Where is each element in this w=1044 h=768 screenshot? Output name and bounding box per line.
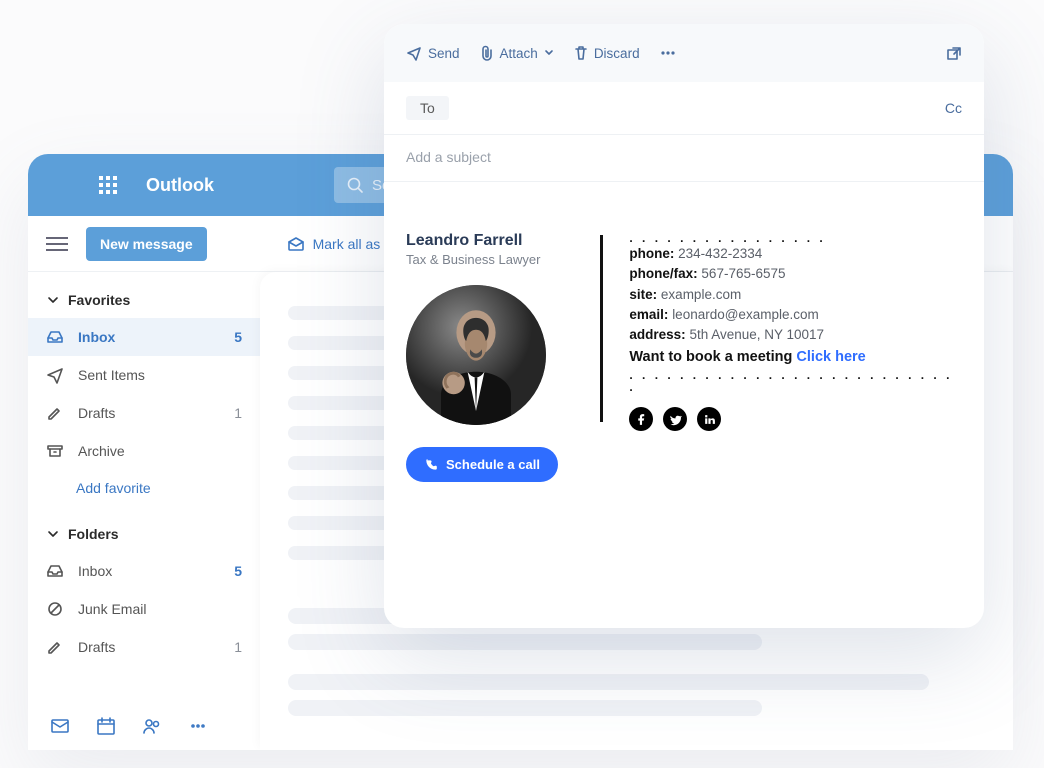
fax-value: 567-765-6575 xyxy=(701,266,785,281)
site-label: site: xyxy=(629,287,657,302)
inbox-icon xyxy=(46,328,64,346)
sidebar-item-label: Drafts xyxy=(78,405,115,421)
email-value[interactable]: leonardo@example.com xyxy=(672,307,819,322)
sidebar-item-drafts[interactable]: Drafts 1 xyxy=(28,394,260,432)
folder-drafts-count: 1 xyxy=(234,639,242,655)
app-title: Outlook xyxy=(146,175,214,196)
chevron-down-icon xyxy=(544,48,554,58)
fax-label: phone/fax: xyxy=(629,266,697,281)
sidebar-folder-junk[interactable]: Junk Email xyxy=(28,590,260,628)
compose-body[interactable]: Leandro Farrell Tax & Business Lawyer xyxy=(384,182,984,628)
calendar-icon[interactable] xyxy=(96,716,116,736)
favorites-header[interactable]: Favorites xyxy=(28,282,260,318)
send-icon xyxy=(46,366,64,384)
list-item xyxy=(288,700,762,716)
pencil-icon xyxy=(46,638,64,656)
trash-icon xyxy=(574,45,588,61)
sidebar-item-inbox[interactable]: Inbox 5 xyxy=(28,318,260,356)
book-meeting-text: Want to book a meeting xyxy=(629,349,792,365)
app-launcher-icon[interactable] xyxy=(88,176,128,194)
list-item xyxy=(288,634,762,650)
address-label: address: xyxy=(629,327,685,342)
compose-panel: Send Attach Discard To Cc Leandro Farrel… xyxy=(384,24,984,628)
sidebar-item-label: Sent Items xyxy=(78,367,145,383)
subject-input[interactable] xyxy=(406,149,962,165)
send-icon xyxy=(406,45,422,61)
sidebar-item-label: Inbox xyxy=(78,329,115,345)
attach-icon xyxy=(480,45,494,61)
subject-row xyxy=(384,135,984,182)
site-value[interactable]: example.com xyxy=(661,287,741,302)
schedule-call-button[interactable]: Schedule a call xyxy=(406,447,558,482)
discard-button[interactable]: Discard xyxy=(574,45,640,61)
pencil-icon xyxy=(46,404,64,422)
sidebar-folder-drafts[interactable]: Drafts 1 xyxy=(28,628,260,666)
more-icon[interactable] xyxy=(188,716,208,736)
more-icon xyxy=(660,45,676,61)
mail-icon[interactable] xyxy=(50,716,70,736)
phone-label: phone: xyxy=(629,246,674,261)
folders-header[interactable]: Folders xyxy=(28,516,260,552)
avatar xyxy=(406,285,546,425)
chevron-down-icon xyxy=(46,527,60,541)
recipients-row: To Cc xyxy=(384,82,984,135)
more-button[interactable] xyxy=(660,45,676,61)
drafts-count: 1 xyxy=(234,405,242,421)
cc-button[interactable]: Cc xyxy=(945,100,962,116)
twitter-icon[interactable] xyxy=(663,407,687,431)
chevron-down-icon xyxy=(46,293,60,307)
menu-icon[interactable] xyxy=(46,237,68,251)
archive-icon xyxy=(46,442,64,460)
to-chip[interactable]: To xyxy=(406,96,449,120)
sidebar-folder-inbox[interactable]: Inbox 5 xyxy=(28,552,260,590)
folder-inbox-count: 5 xyxy=(234,563,242,579)
send-button[interactable]: Send xyxy=(406,45,460,61)
popout-icon xyxy=(946,45,962,61)
book-meeting-link[interactable]: Click here xyxy=(796,349,865,365)
sidebar: Favorites Inbox 5 Sent Items Drafts 1 Ar… xyxy=(28,272,260,750)
phone-value: 234-432-2334 xyxy=(678,246,762,261)
signature-divider xyxy=(600,235,603,422)
email-label: email: xyxy=(629,307,668,322)
dots-decoration: . . . . . . . . . . . . . . . . xyxy=(629,232,962,244)
email-signature: Leandro Farrell Tax & Business Lawyer xyxy=(406,232,962,482)
mail-open-icon xyxy=(287,235,305,253)
sidebar-item-label: Drafts xyxy=(78,639,115,655)
attach-button[interactable]: Attach xyxy=(480,45,554,61)
sidebar-item-label: Inbox xyxy=(78,563,112,579)
inbox-icon xyxy=(46,562,64,580)
linkedin-icon[interactable] xyxy=(697,407,721,431)
sidebar-item-label: Archive xyxy=(78,443,125,459)
popout-button[interactable] xyxy=(946,45,962,61)
facebook-icon[interactable] xyxy=(629,407,653,431)
inbox-count: 5 xyxy=(234,329,242,345)
bottom-nav xyxy=(28,702,260,750)
sidebar-item-sent[interactable]: Sent Items xyxy=(28,356,260,394)
list-item xyxy=(288,674,929,690)
sidebar-item-label: Junk Email xyxy=(78,601,146,617)
new-message-button[interactable]: New message xyxy=(86,227,207,261)
signature-title: Tax & Business Lawyer xyxy=(406,252,574,267)
block-icon xyxy=(46,600,64,618)
phone-icon xyxy=(424,458,438,472)
dots-decoration: . . . . . . . . . . . . . . . . . . . . … xyxy=(629,369,962,393)
add-favorite-link[interactable]: Add favorite xyxy=(28,470,260,506)
sidebar-item-archive[interactable]: Archive xyxy=(28,432,260,470)
search-icon xyxy=(346,176,364,194)
people-icon[interactable] xyxy=(142,716,162,736)
signature-name: Leandro Farrell xyxy=(406,232,574,250)
compose-toolbar: Send Attach Discard xyxy=(384,24,984,82)
address-value: 5th Avenue, NY 10017 xyxy=(689,327,824,342)
